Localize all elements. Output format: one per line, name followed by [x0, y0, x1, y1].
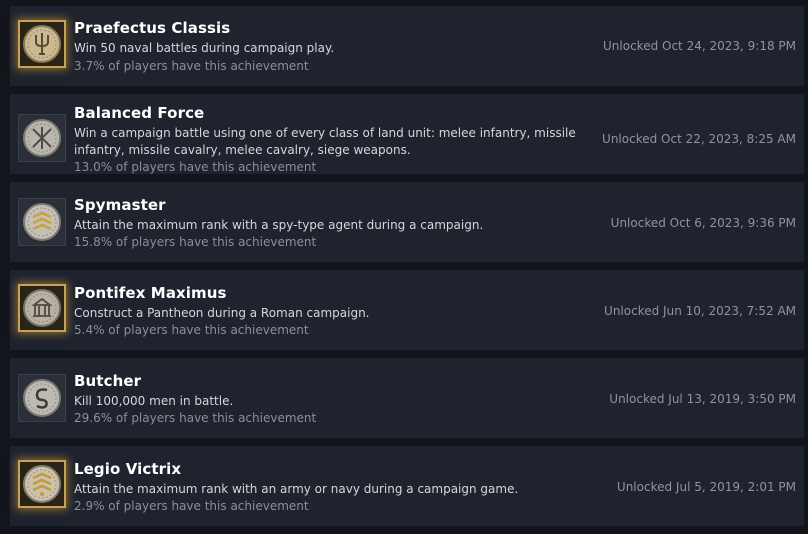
achievement-percent: 5.4% of players have this achievement [74, 323, 309, 337]
achievement-description: Attain the maximum rank with a spy-type … [74, 218, 484, 232]
achievement-row: Spymaster Attain the maximum rank with a… [10, 182, 804, 262]
unlock-date: Unlocked Oct 6, 2023, 9:36 PM [610, 216, 796, 230]
achievement-percent: 29.6% of players have this achievement [74, 411, 317, 425]
achievement-description: Kill 100,000 men in battle. [74, 394, 234, 408]
achievement-list: Praefectus Classis Win 50 naval battles … [0, 0, 808, 534]
achievement-title: Spymaster [74, 196, 166, 214]
unlock-date: Unlocked Jul 13, 2019, 3:50 PM [609, 392, 796, 406]
temple-coin-icon [18, 284, 66, 332]
achievement-title: Butcher [74, 372, 142, 390]
rank-chevrons-coin-icon [18, 460, 66, 508]
achievement-description: Construct a Pantheon during a Roman camp… [74, 306, 370, 320]
rank-chevrons-coin-icon [18, 198, 66, 246]
achievement-percent: 13.0% of players have this achievement [74, 160, 317, 174]
achievement-description: Win a campaign battle using one of every… [74, 126, 576, 157]
achievement-title: Praefectus Classis [74, 19, 231, 37]
achievement-title: Pontifex Maximus [74, 284, 227, 302]
achievement-percent: 15.8% of players have this achievement [74, 235, 317, 249]
trident-coin-icon [18, 20, 66, 68]
achievement-percent: 3.7% of players have this achievement [74, 59, 309, 73]
unlock-date: Unlocked Jun 10, 2023, 7:52 AM [604, 304, 796, 318]
achievement-row: Legio Victrix Attain the maximum rank wi… [10, 446, 804, 526]
achievement-percent: 2.9% of players have this achievement [74, 499, 309, 513]
unlock-date: Unlocked Oct 22, 2023, 8:25 AM [602, 132, 796, 146]
serpent-coin-icon [18, 374, 66, 422]
unlock-date: Unlocked Jul 5, 2019, 2:01 PM [616, 480, 796, 494]
achievement-row: Butcher Kill 100,000 men in battle. 29.6… [10, 358, 804, 438]
crossed-weapons-coin-icon [18, 114, 66, 162]
achievement-title: Legio Victrix [74, 460, 182, 478]
achievement-row: Balanced Force Win a campaign battle usi… [10, 94, 804, 174]
achievement-description: Attain the maximum rank with an army or … [74, 482, 519, 496]
achievement-description: Win 50 naval battles during campaign pla… [74, 41, 335, 55]
achievement-title: Balanced Force [74, 104, 205, 122]
achievement-row: Praefectus Classis Win 50 naval battles … [10, 6, 804, 86]
unlock-date: Unlocked Oct 24, 2023, 9:18 PM [603, 39, 796, 53]
achievement-row: Pontifex Maximus Construct a Pantheon du… [10, 270, 804, 350]
